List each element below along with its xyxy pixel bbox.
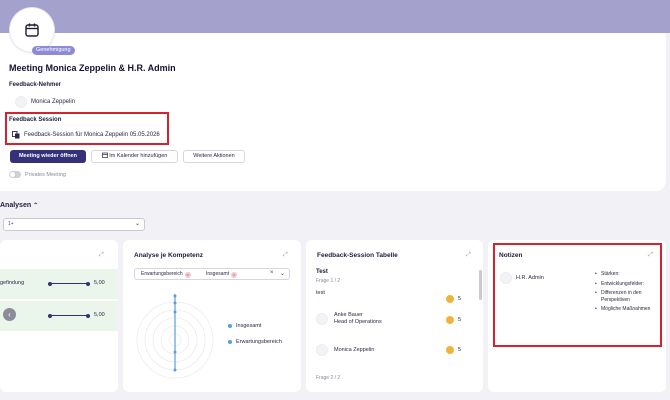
filter-tag: Insgesamt × [206,271,238,278]
legend-dot [228,340,232,344]
legend-label: Erwartungsbereich [236,339,282,345]
series-filter-input[interactable]: Erwartungsbereich × Insgesamt × × ⌄ [134,268,290,280]
avatar [316,344,328,356]
filter-tag-label: Insgesamt [206,271,230,277]
remove-tag-icon[interactable]: × [184,271,191,278]
avatar [500,272,512,284]
question-counter: Frage 1 / 2 [316,278,341,284]
calendar-icon [25,23,39,37]
radar-point [173,301,177,305]
list-item: Monica Zeppelin [316,344,374,356]
recipient-name: Monica Zeppelin [31,99,76,105]
analysis-title-text: Analysen [0,202,32,209]
filter-tag-label: Erwartungsbereich [141,271,183,277]
row-value: 5,00 [94,280,105,286]
calendar-small-icon [101,152,108,158]
note-content: Stärken: Entwicklungsfelder: Differenzen… [595,271,657,316]
radar-point [173,310,177,314]
score-dot [446,295,454,303]
question-average-score: 5 [446,295,461,303]
session-label: Feedback Session [9,117,62,123]
session-link[interactable]: Feedback-Session für Monica Zeppelin 05.… [12,131,160,139]
page-title: Meeting Monica Zeppelin & H.R. Admin [9,63,176,73]
carousel-prev-button[interactable]: ‹ [3,308,16,321]
responder-role: Head of Operations [334,319,382,325]
radar-point [173,294,177,298]
add-to-calendar-label: Im Kalender hinzufügen [109,153,168,159]
value-slider [48,313,90,318]
panel-competency-values: ⤢ gefindung 5,00 5,00 [0,240,118,392]
table-scrollbar[interactable] [479,270,482,300]
row-value: 5,00 [94,312,105,318]
score-value: 5 [458,317,462,323]
clear-icon[interactable]: × [270,270,274,276]
panel-feedback-session-table: Feedback-Session Tabelle ⤢ Test Frage 1 … [306,240,483,392]
chevron-down-icon[interactable]: ⌄ [280,270,285,277]
question-text: test [316,290,325,296]
score-dot [446,316,454,324]
question-title: Test [316,269,328,275]
private-meeting-toggle-row[interactable]: Privates Meeting [9,171,66,178]
chevron-up-icon: ⌃ [33,203,39,209]
analysis-filter-select[interactable]: 1+ ⌄ [3,218,145,231]
header-banner [0,0,670,33]
more-actions-button[interactable]: Weitere Aktionen [183,150,245,163]
reopen-meeting-button[interactable]: Meeting wieder öffnen [10,150,86,163]
chevron-down-icon: ⌄ [134,221,140,227]
expand-icon[interactable]: ⤢ [99,252,104,259]
question-counter: Frage 2 / 2 [316,375,341,381]
row-label: gefindung [0,280,25,286]
note-author-name: H.R. Admin [516,275,544,281]
legend-item-overall[interactable]: Insgesamt [228,323,261,329]
value-slider [48,281,90,286]
expand-icon[interactable]: ⤢ [466,252,471,259]
radar-chart [136,294,214,379]
list-item: Anke Bauer Head of Operations [316,312,382,326]
response-score: 5 [446,346,461,354]
radar-point [173,350,177,354]
add-to-calendar-button[interactable]: Im Kalender hinzufügen [91,150,178,163]
session-link-text: Feedback-Session für Monica Zeppelin 05.… [24,132,160,138]
list-item: Entwicklungsfelder: [595,281,657,288]
session-icon [12,131,20,139]
legend-dot [228,324,232,328]
score-value: 5 [458,347,462,353]
analysis-filter-value: 1+ [8,221,14,227]
note-author: H.R. Admin [500,272,544,284]
status-badge: Genehmigung [32,46,75,55]
panel-title: Analyse je Kompetenz [134,252,203,259]
private-meeting-label: Privates Meeting [25,171,66,178]
legend-label: Insgesamt [236,323,262,329]
responder-name: Monica Zeppelin [334,346,375,353]
panel-title: Feedback-Session Tabelle [317,252,398,259]
filter-tag: Erwartungsbereich × [141,271,191,278]
response-score: 5 [446,316,461,324]
recipient-person[interactable]: Monica Zeppelin [15,96,75,108]
score-dot [446,346,454,354]
legend-item-expected-range[interactable]: Erwartungsbereich [228,339,282,345]
remove-tag-icon[interactable]: × [231,271,238,278]
list-item: Stärken: [595,271,657,278]
recipient-label: Feedback-Nehmer [9,82,62,88]
expand-icon[interactable]: ⤢ [283,252,288,259]
radar-point [173,368,177,372]
avatar [15,96,27,108]
list-item: Mögliche Maßnahmen [595,306,657,313]
avatar [316,313,328,325]
list-item: Differenzen in den Perspektiven [595,290,657,303]
responder-name: Anke Bauer [334,312,363,318]
analysis-section-title[interactable]: Analysen ⌃ [0,202,38,209]
private-meeting-toggle[interactable] [9,171,21,178]
score-value: 5 [458,296,462,302]
panel-analysis-by-competency: Analyse je Kompetenz ⤢ Erwartungsbereich… [123,240,301,392]
